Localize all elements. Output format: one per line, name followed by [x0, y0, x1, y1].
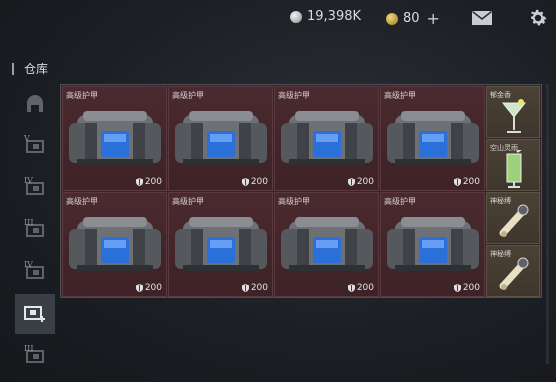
scroll-icon	[499, 204, 529, 237]
armor-bag-icon	[387, 111, 479, 165]
silver-coin-icon	[290, 10, 302, 23]
durability-shield-icon	[347, 284, 355, 292]
inventory-item-armor[interactable]: 高级护甲 200	[168, 192, 273, 297]
inventory-item-small[interactable]: 空山灵雨	[486, 139, 540, 191]
item-name: 高级护甲	[278, 197, 310, 206]
gold-coin-icon	[386, 12, 398, 25]
gold-currency: 80 +	[386, 9, 440, 28]
item-durability: 200	[347, 283, 374, 293]
durability-value: 200	[144, 283, 162, 293]
durability-shield-icon	[241, 284, 249, 292]
section-header: 仓库	[12, 60, 48, 77]
item-name: 高级护甲	[66, 91, 98, 100]
settings-gear-icon[interactable]	[527, 7, 549, 29]
tall-glass-icon	[506, 150, 522, 188]
durability-value: 200	[250, 177, 268, 187]
durability-shield-icon	[241, 178, 249, 186]
item-durability: 200	[453, 177, 480, 187]
armor-bag-icon	[69, 111, 161, 165]
item-name: 高级护甲	[384, 197, 416, 206]
stash-tabs-sidebar: V IV III IV III	[15, 84, 55, 378]
inventory-item-armor[interactable]: 高级护甲 200	[380, 86, 485, 191]
item-durability: 200	[135, 177, 162, 187]
stash-icon	[26, 182, 44, 195]
tab-stash-iv[interactable]: IV	[15, 168, 55, 208]
cocktail-glass-icon	[501, 99, 527, 133]
tab-stash-add[interactable]	[15, 294, 55, 334]
helmet-icon	[27, 95, 43, 112]
scroll-icon	[499, 257, 529, 290]
inventory-item-armor[interactable]: 高级护甲 200	[274, 192, 379, 297]
armor-bag-icon	[175, 217, 267, 271]
inventory-item-small[interactable]: 郁金香	[486, 86, 540, 138]
durability-value: 200	[462, 283, 480, 293]
armor-bag-icon	[175, 111, 267, 165]
scrollbar[interactable]	[546, 84, 549, 364]
item-name: 高级护甲	[384, 91, 416, 100]
inventory-item-small[interactable]: 神秘缚	[486, 192, 540, 244]
section-title: 仓库	[24, 62, 49, 76]
inventory-item-armor[interactable]: 高级护甲 200	[62, 192, 167, 297]
item-name: 高级护甲	[66, 197, 98, 206]
item-durability: 200	[347, 177, 374, 187]
silver-amount: 19,398K	[307, 9, 362, 24]
item-durability: 200	[241, 283, 268, 293]
stash-icon	[26, 224, 44, 237]
mail-icon[interactable]	[472, 11, 492, 25]
inventory-item-armor[interactable]: 高级护甲 200	[380, 192, 485, 297]
durability-value: 200	[462, 177, 480, 187]
stash-add-icon	[24, 306, 45, 322]
gold-amount: 80	[403, 11, 420, 26]
section-accent-bar	[12, 62, 14, 75]
item-name: 高级护甲	[172, 197, 204, 206]
item-name: 高级护甲	[172, 91, 204, 100]
item-name: 高级护甲	[278, 91, 310, 100]
durability-shield-icon	[347, 178, 355, 186]
silver-currency: 19,398K	[290, 9, 361, 24]
add-gold-button[interactable]: +	[427, 9, 440, 28]
durability-shield-icon	[135, 284, 143, 292]
tab-stash-v[interactable]: V	[15, 126, 55, 166]
durability-value: 200	[144, 177, 162, 187]
armor-bag-icon	[387, 217, 479, 271]
armor-bag-icon	[281, 217, 373, 271]
tab-stash-iv-b[interactable]: IV	[15, 252, 55, 292]
inventory-item-armor[interactable]: 高级护甲 200	[62, 86, 167, 191]
item-durability: 200	[241, 177, 268, 187]
tab-stash-iii-b[interactable]: III	[15, 336, 55, 376]
top-bar: 19,398K 80 +	[0, 0, 556, 38]
armor-bag-icon	[281, 111, 373, 165]
inventory-item-armor[interactable]: 高级护甲 200	[274, 86, 379, 191]
durability-value: 200	[356, 283, 374, 293]
item-durability: 200	[135, 283, 162, 293]
stash-icon	[26, 350, 44, 363]
tab-stash-iii[interactable]: III	[15, 210, 55, 250]
durability-value: 200	[356, 177, 374, 187]
stash-icon	[26, 266, 44, 279]
tab-helmet[interactable]	[15, 84, 55, 124]
inventory-item-small[interactable]: 神秘缚	[486, 245, 540, 297]
durability-value: 200	[250, 283, 268, 293]
inventory-grid: 高级护甲 200 高级护甲 200 高级护甲 200 高级护甲 200 高级护甲…	[60, 84, 542, 298]
item-durability: 200	[453, 283, 480, 293]
armor-bag-icon	[69, 217, 161, 271]
stash-icon	[26, 140, 44, 153]
inventory-item-armor[interactable]: 高级护甲 200	[168, 86, 273, 191]
durability-shield-icon	[453, 284, 461, 292]
durability-shield-icon	[135, 178, 143, 186]
durability-shield-icon	[453, 178, 461, 186]
